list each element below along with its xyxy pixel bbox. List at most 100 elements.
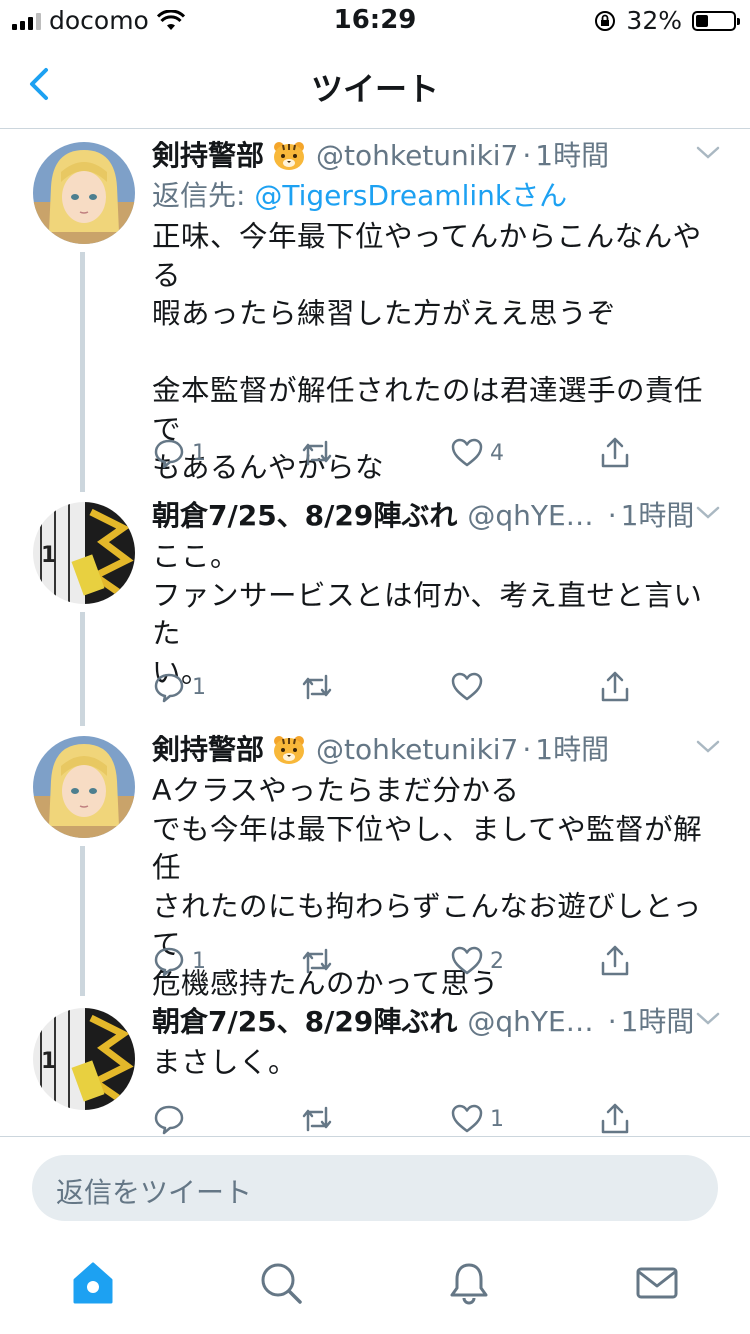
- timestamp[interactable]: 1時間: [535, 138, 609, 174]
- retweet-icon: [302, 440, 332, 466]
- tweet[interactable]: 剣持警部 @tohketuniki7 · 1時間 返信先: @TigersDre…: [0, 128, 750, 492]
- tweet-header: 朝倉7/25、8/29陣ぶれ @qhYE… · 1時間: [152, 1004, 714, 1040]
- share-icon: [601, 945, 629, 976]
- timestamp[interactable]: 1時間: [535, 732, 609, 768]
- share-button[interactable]: [598, 436, 632, 470]
- username[interactable]: @tohketuniki7: [316, 138, 518, 174]
- tweet[interactable]: 剣持警部 @tohketuniki7 · 1時間 Aクラスやったらまだ分かる で…: [0, 726, 750, 1000]
- reply-count: 1: [192, 440, 206, 466]
- avatar[interactable]: [33, 142, 135, 244]
- like-button[interactable]: [450, 670, 490, 704]
- username[interactable]: @qhYE…: [467, 1004, 593, 1040]
- heart-icon: [451, 946, 483, 975]
- separator-dot: ·: [607, 1005, 617, 1038]
- tweet-actions: 1 4: [152, 436, 652, 480]
- avatar[interactable]: 1: [33, 1008, 135, 1110]
- display-name[interactable]: 剣持警部: [152, 138, 264, 174]
- tweet-header: 剣持警部 @tohketuniki7 · 1時間: [152, 732, 714, 768]
- navigation-bar: ツイート: [0, 42, 750, 129]
- tweet[interactable]: 1 朝倉7/25、8/29陣ぶれ @qhYE… · 1時間 ここ。 ファンサービ…: [0, 492, 750, 726]
- timestamp[interactable]: 1時間: [621, 498, 695, 534]
- reply-count: 1: [192, 948, 206, 974]
- status-bar: docomo 16:29 32%: [0, 0, 750, 40]
- share-button[interactable]: [598, 670, 632, 704]
- share-icon: [601, 671, 629, 702]
- page-title: ツイート: [310, 70, 439, 108]
- tweet-content: 朝倉7/25、8/29陣ぶれ @qhYE… · 1時間 ここ。 ファンサービスと…: [152, 498, 720, 692]
- thread-line: [80, 252, 85, 492]
- battery-info: 32%: [594, 6, 740, 35]
- home-icon[interactable]: [70, 1260, 116, 1306]
- chevron-down-icon[interactable]: [694, 1008, 722, 1028]
- battery-icon: [692, 10, 740, 31]
- tab-bar: [0, 1236, 750, 1334]
- replying-to: 返信先: @TigersDreamlinkさん: [152, 178, 714, 214]
- heart-icon: [451, 1104, 483, 1133]
- orientation-lock-icon: [595, 10, 616, 31]
- heart-icon: [451, 438, 483, 467]
- tweet-text: ここ。 ファンサービスとは何か、考え直せと言いた い。: [152, 540, 703, 689]
- display-name[interactable]: 剣持警部: [152, 732, 264, 768]
- timestamp[interactable]: 1時間: [621, 1004, 695, 1040]
- retweet-icon: [302, 1106, 332, 1132]
- username[interactable]: @qhYE…: [467, 498, 593, 534]
- search-icon[interactable]: [258, 1260, 304, 1306]
- separator-dot: ·: [522, 733, 532, 766]
- like-button[interactable]: 4: [450, 436, 504, 470]
- chevron-down-icon[interactable]: [694, 736, 722, 756]
- reply-icon: [154, 947, 184, 977]
- tweet-actions: 1: [152, 1102, 652, 1136]
- tweet-content: 朝倉7/25、8/29陣ぶれ @qhYE… · 1時間 まさしく。: [152, 1004, 720, 1083]
- tweet[interactable]: 1 朝倉7/25、8/29陣ぶれ @qhYE… · 1時間 まさしく。 1: [0, 996, 750, 1136]
- share-icon: [601, 437, 629, 468]
- reply-button[interactable]: [152, 1102, 192, 1136]
- reply-icon: [154, 439, 184, 469]
- heart-icon: [451, 672, 483, 701]
- username[interactable]: @tohketuniki7: [316, 732, 518, 768]
- messages-icon[interactable]: [634, 1260, 680, 1306]
- replying-to-link[interactable]: @TigersDreamlinkさん: [254, 179, 567, 212]
- reply-count: 1: [192, 674, 206, 700]
- chevron-down-icon[interactable]: [694, 142, 722, 162]
- thread-line: [80, 612, 85, 726]
- svg-text:1: 1: [41, 543, 56, 568]
- reply-icon: [154, 1105, 184, 1135]
- retweet-button[interactable]: [300, 1102, 340, 1136]
- tweet-actions: 1 2: [152, 944, 652, 988]
- like-button[interactable]: 2: [450, 944, 504, 978]
- like-count: 1: [490, 1106, 504, 1132]
- like-count: 2: [490, 948, 504, 974]
- display-name[interactable]: 朝倉7/25、8/29陣ぶれ: [152, 1004, 457, 1040]
- reply-button[interactable]: 1: [152, 944, 206, 978]
- retweet-button[interactable]: [300, 436, 340, 470]
- like-count: 4: [490, 440, 504, 466]
- notifications-icon[interactable]: [446, 1260, 492, 1306]
- tweet-text: まさしく。: [152, 1046, 298, 1079]
- tweet-actions: 1: [152, 670, 652, 714]
- battery-percent: 32%: [626, 6, 682, 35]
- avatar[interactable]: 1: [33, 502, 135, 604]
- reply-button[interactable]: 1: [152, 436, 206, 470]
- share-icon: [601, 1103, 629, 1134]
- avatar[interactable]: [33, 736, 135, 838]
- share-button[interactable]: [598, 1102, 632, 1136]
- replying-to-label: 返信先:: [152, 179, 255, 212]
- tweet-header: 朝倉7/25、8/29陣ぶれ @qhYE… · 1時間: [152, 498, 714, 534]
- reply-input[interactable]: 返信をツイート: [32, 1155, 718, 1221]
- tiger-face-icon: [274, 142, 305, 170]
- svg-text:1: 1: [41, 1049, 56, 1074]
- reply-icon: [154, 673, 184, 703]
- tweet-header: 剣持警部 @tohketuniki7 · 1時間: [152, 138, 714, 174]
- retweet-button[interactable]: [300, 944, 340, 978]
- reply-bar: 返信をツイート: [0, 1136, 750, 1237]
- display-name[interactable]: 朝倉7/25、8/29陣ぶれ: [152, 498, 457, 534]
- retweet-icon: [302, 948, 332, 974]
- like-button[interactable]: 1: [450, 1102, 504, 1136]
- reply-button[interactable]: 1: [152, 670, 206, 704]
- share-button[interactable]: [598, 944, 632, 978]
- retweet-icon: [302, 674, 332, 700]
- separator-dot: ·: [607, 499, 617, 532]
- chevron-down-icon[interactable]: [694, 502, 722, 522]
- thread-line: [80, 846, 85, 996]
- retweet-button[interactable]: [300, 670, 340, 704]
